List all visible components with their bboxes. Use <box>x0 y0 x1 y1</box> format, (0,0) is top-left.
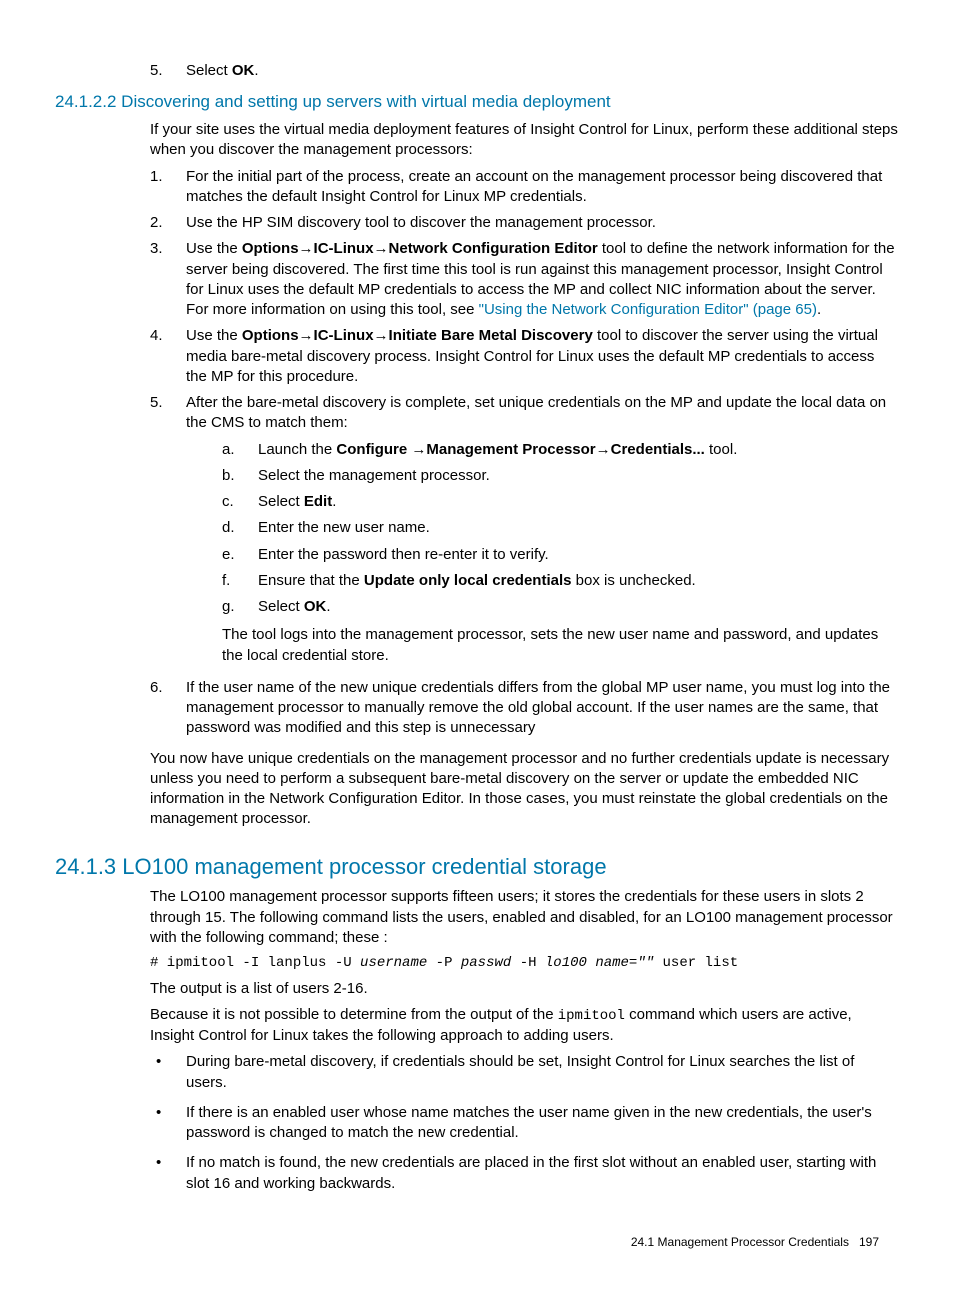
list-body: Use the Options→IC-Linux→Initiate Bare M… <box>186 326 899 387</box>
paragraph: Because it is not possible to determine … <box>150 1005 899 1046</box>
list-item: • If no match is found, the new credenti… <box>150 1153 899 1194</box>
list-body: Launch the Configure →Management Process… <box>258 440 899 460</box>
list-item: 2. Use the HP SIM discovery tool to disc… <box>150 213 899 233</box>
bullet-list: • During bare-metal discovery, if creden… <box>150 1052 899 1194</box>
list-marker: g. <box>222 597 258 617</box>
paragraph: The LO100 management processor supports … <box>150 887 899 948</box>
footer-page-number: 197 <box>859 1235 879 1249</box>
list-body: If the user name of the new unique crede… <box>186 678 899 739</box>
list-item: g. Select OK. <box>222 597 899 617</box>
list-marker: c. <box>222 492 258 512</box>
inline-code: ipmitool <box>558 1008 625 1024</box>
list-item: 4. Use the Options→IC-Linux→Initiate Bar… <box>150 326 899 387</box>
list-body: Enter the new user name. <box>258 518 899 538</box>
list-body: If there is an enabled user whose name m… <box>186 1103 899 1144</box>
list-marker: d. <box>222 518 258 538</box>
list-item: f. Ensure that the Update only local cre… <box>222 571 899 591</box>
bullet-icon: • <box>150 1103 186 1144</box>
paragraph: You now have unique credentials on the m… <box>150 749 899 830</box>
list-item: c. Select Edit. <box>222 492 899 512</box>
paragraph: If your site uses the virtual media depl… <box>150 120 899 161</box>
paragraph: The output is a list of users 2-16. <box>150 979 899 999</box>
list-marker: e. <box>222 545 258 565</box>
list-marker: 2. <box>150 213 186 233</box>
ordered-list: 1. For the initial part of the process, … <box>150 167 899 739</box>
list-marker: a. <box>222 440 258 460</box>
list-item: 5. Select OK. <box>150 61 899 81</box>
code-block: # ipmitool -I lanplus -U username -P pas… <box>150 954 899 973</box>
list-body: For the initial part of the process, cre… <box>186 167 899 208</box>
list-marker: 6. <box>150 678 186 739</box>
intro-list: 5. Select OK. <box>150 61 899 81</box>
list-body: During bare-metal discovery, if credenti… <box>186 1052 899 1093</box>
list-item: 5. After the bare-metal discovery is com… <box>150 393 899 672</box>
list-item: e. Enter the password then re-enter it t… <box>222 545 899 565</box>
alpha-list: a. Launch the Configure →Management Proc… <box>222 440 899 618</box>
list-item: a. Launch the Configure →Management Proc… <box>222 440 899 460</box>
list-body: Enter the password then re-enter it to v… <box>258 545 899 565</box>
list-body: If no match is found, the new credential… <box>186 1153 899 1194</box>
list-item: b. Select the management processor. <box>222 466 899 486</box>
list-marker: b. <box>222 466 258 486</box>
list-body: Select OK. <box>258 597 899 617</box>
list-body: Select the management processor. <box>258 466 899 486</box>
xref-link[interactable]: "Using the Network Configuration Editor"… <box>479 301 817 318</box>
list-body: Use the HP SIM discovery tool to discove… <box>186 213 899 233</box>
list-item: 6. If the user name of the new unique cr… <box>150 678 899 739</box>
page-footer: 24.1 Management Processor Credentials 19… <box>55 1234 899 1250</box>
heading-24-1-2-2: 24.1.2.2 Discovering and setting up serv… <box>55 91 899 114</box>
list-item: d. Enter the new user name. <box>222 518 899 538</box>
list-body: After the bare-metal discovery is comple… <box>186 393 899 672</box>
list-marker: 5. <box>150 393 186 672</box>
list-marker: 1. <box>150 167 186 208</box>
list-marker: f. <box>222 571 258 591</box>
paragraph: The tool logs into the management proces… <box>222 625 899 666</box>
list-body: Use the Options→IC-Linux→Network Configu… <box>186 239 899 320</box>
list-body: Ensure that the Update only local creden… <box>258 571 899 591</box>
list-item: 1. For the initial part of the process, … <box>150 167 899 208</box>
list-marker: 5. <box>150 61 186 81</box>
list-marker: 3. <box>150 239 186 320</box>
bullet-icon: • <box>150 1052 186 1093</box>
list-item: • If there is an enabled user whose name… <box>150 1103 899 1144</box>
list-body: Select OK. <box>186 61 899 81</box>
list-item: • During bare-metal discovery, if creden… <box>150 1052 899 1093</box>
list-body: Select Edit. <box>258 492 899 512</box>
list-item: 3. Use the Options→IC-Linux→Network Conf… <box>150 239 899 320</box>
list-marker: 4. <box>150 326 186 387</box>
bullet-icon: • <box>150 1153 186 1194</box>
footer-section: 24.1 Management Processor Credentials <box>631 1235 849 1249</box>
heading-24-1-3: 24.1.3 LO100 management processor creden… <box>55 852 899 882</box>
